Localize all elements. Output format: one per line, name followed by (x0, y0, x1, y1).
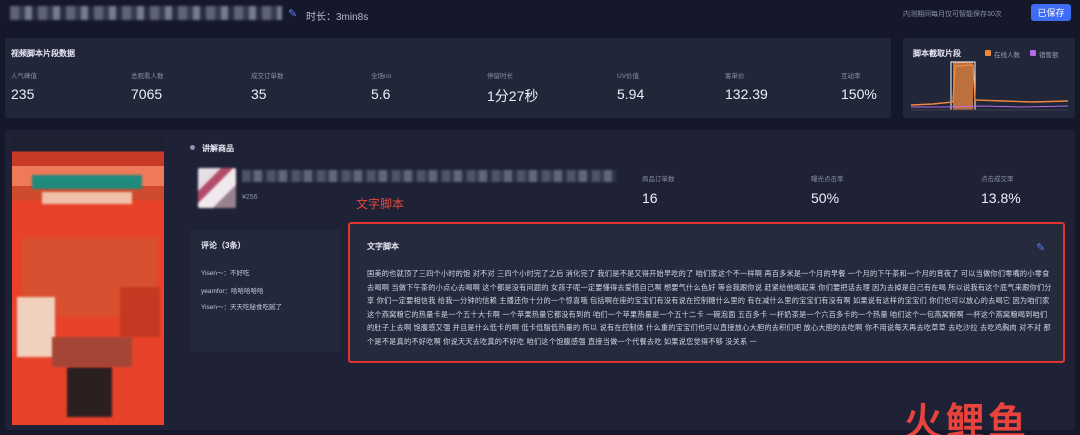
metric-stay-duration: 停留时长 1分27秒 (487, 70, 567, 106)
video-title-redacted (10, 6, 282, 20)
metric-label: UV价值 (617, 73, 640, 80)
comment-text: 天天吃秘食吃腻了 (230, 304, 283, 311)
metric-label: 成交订单数 (251, 73, 284, 80)
comments-title: 评论（3条） (201, 241, 246, 250)
metric-label: 人气峰值 (11, 73, 37, 80)
metric-peak-popularity: 人气峰值 235 (11, 70, 91, 102)
thumbnail-block (17, 297, 55, 357)
stats-title: 视频脚本片段数据 (11, 49, 75, 58)
metric-value: 5.6 (371, 86, 391, 102)
comment-user: yeamfor (201, 288, 225, 295)
metric-value: 50% (811, 190, 840, 206)
comment-user: Yisen～ (201, 270, 224, 277)
metric-value: 5.94 (617, 86, 645, 102)
online-users-line (910, 64, 1069, 106)
metric-value: 35 (251, 86, 267, 102)
script-segment-chart-panel: 脚本截取片段 在线人数 销售额 (903, 38, 1075, 118)
edit-title-icon[interactable]: ✎ (288, 7, 297, 20)
thumbnail-block (52, 337, 132, 367)
product-metric-orders: 商品订单数 16 (642, 173, 732, 206)
comment-item: Yisen～：天天吃秘食吃腻了 (201, 301, 282, 311)
segment-stats-panel: 视频脚本片段数据 人气峰值 235 总观看人数 7065 成交订单数 35 全场… (5, 38, 891, 118)
metric-value: 132.39 (725, 86, 768, 102)
duration-label: 时长：3min8s (306, 12, 369, 23)
metric-label: 总观看人数 (131, 73, 164, 80)
comment-text: 哈哈哈哈哈 (230, 288, 264, 295)
thumbnail-block (42, 192, 132, 204)
product-metric-conversion: 点击成交率 13.8% (981, 173, 1071, 206)
metric-roi: 全场roi 5.6 (371, 70, 451, 102)
metric-label: 停留时长 (487, 73, 513, 80)
comment-item: Yisen～：不好吃 (201, 267, 250, 277)
metric-label: 商品订单数 (642, 176, 675, 183)
thumbnail-block (120, 287, 160, 337)
mini-line-chart (910, 61, 1069, 111)
product-name-redacted (242, 170, 617, 182)
metric-label: 全场roi (371, 73, 392, 80)
video-preview-thumbnail[interactable] (12, 137, 164, 425)
saved-button[interactable]: 已保存 (1031, 4, 1071, 21)
metric-value: 16 (642, 190, 658, 206)
metric-value: 13.8% (981, 190, 1021, 206)
metric-label: 客单价 (725, 73, 745, 80)
metric-value: 1分27秒 (487, 88, 539, 104)
sales-line (911, 105, 1069, 108)
selected-segment-highlight (953, 62, 973, 110)
product-image[interactable] (198, 168, 236, 208)
comment-item: yeamfor：哈哈哈哈哈 (201, 285, 263, 295)
save-quota-notice: 内测期间每月仅可智能保存30次 (903, 11, 1002, 18)
section-bullet-icon (190, 145, 195, 150)
product-metric-ctr: 曝光点击率 50% (811, 173, 901, 206)
metric-uv-value: UV价值 5.94 (617, 70, 697, 102)
top-bar: ✎ 时长：3min8s 内测期间每月仅可智能保存30次 已保存 (0, 0, 1080, 26)
annotation-label: 文字脚本 (356, 197, 405, 211)
metric-orders: 成交订单数 35 (251, 70, 331, 102)
metric-value: 235 (11, 86, 35, 102)
script-title: 文字脚本 (367, 242, 399, 251)
comment-user: Yisen～ (201, 304, 224, 311)
product-price: ¥256 (242, 194, 258, 201)
metric-value: 7065 (131, 86, 163, 102)
text-script-panel: 文字脚本 ✎ 国美的也就顶了三四个小时的饱 对不对 三四个小时完了之后 消化完了… (348, 222, 1065, 363)
script-text[interactable]: 国美的也就顶了三四个小时的饱 对不对 三四个小时完了之后 消化完了 我们是不是又… (367, 267, 1053, 349)
comments-panel: 评论（3条） Yisen～：不好吃 yeamfor：哈哈哈哈哈 Yisen～：天… (190, 230, 340, 352)
metric-avg-order-price: 客单价 132.39 (725, 70, 805, 102)
watermark-text: 火鲤鱼 (904, 400, 1031, 435)
thumbnail-banner (32, 175, 142, 189)
watermark-logo: 火鲤鱼 (904, 391, 1030, 435)
edit-script-icon[interactable]: ✎ (1036, 241, 1045, 254)
metric-total-viewers: 总观看人数 7065 (131, 70, 211, 102)
product-section-title: 讲解商品 (202, 144, 234, 153)
metric-label: 曝光点击率 (811, 176, 844, 183)
thumbnail-presenter (67, 367, 112, 417)
comment-text: 不好吃 (230, 270, 250, 277)
metric-label: 点击成交率 (981, 176, 1014, 183)
